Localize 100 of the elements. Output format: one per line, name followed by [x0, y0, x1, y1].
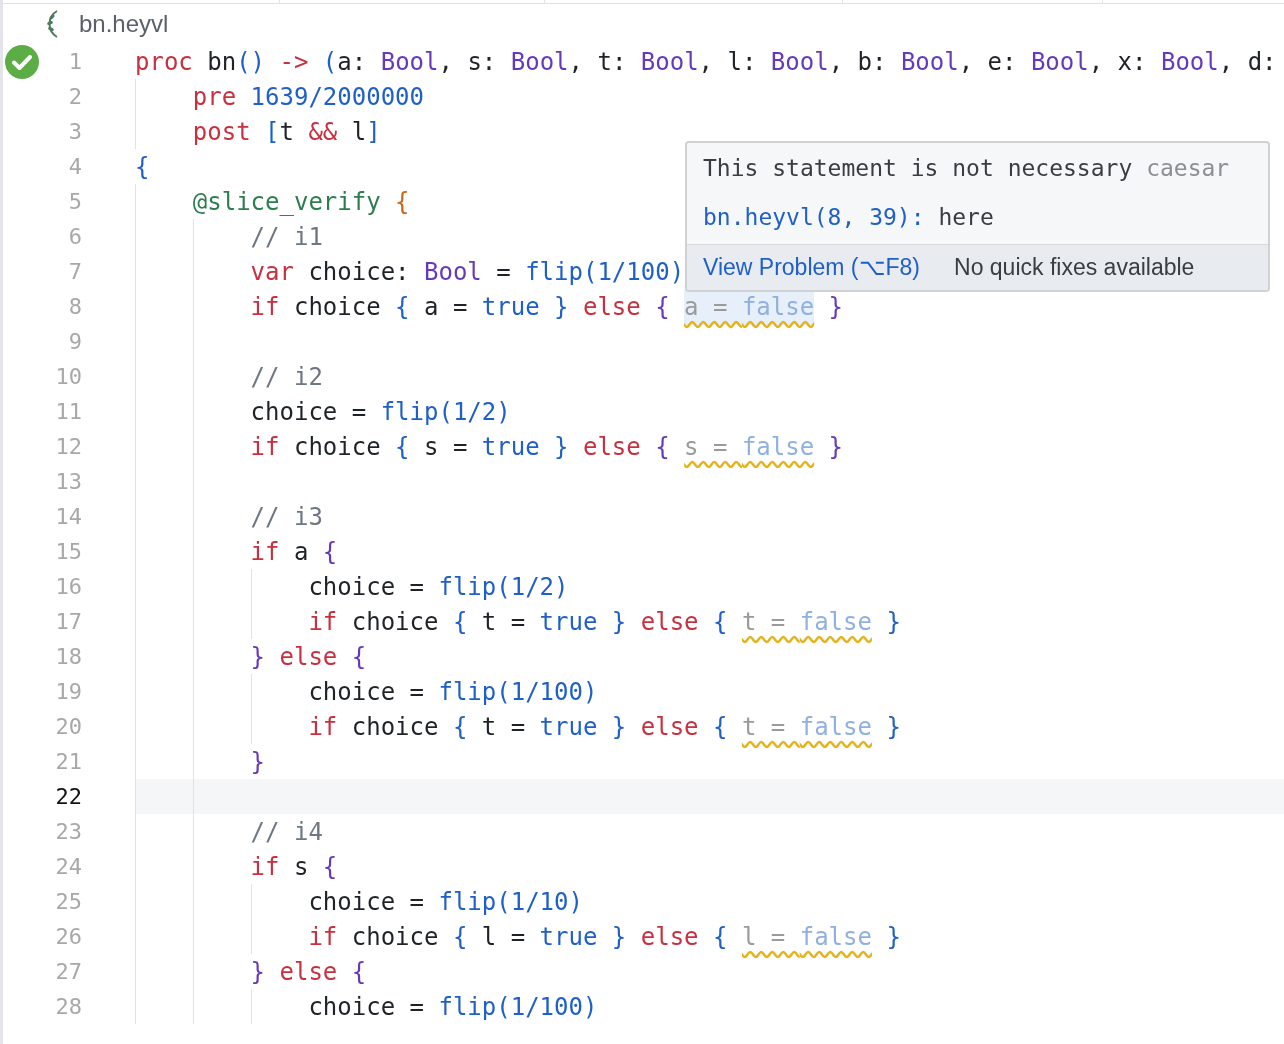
code-token: @slice_verify	[191, 186, 381, 218]
bracket: }	[249, 746, 266, 778]
code-token: else	[278, 641, 338, 673]
line-number: 28	[54, 993, 82, 1021]
line-number: 16	[54, 573, 82, 601]
bracket: [	[264, 116, 280, 148]
bracket: {	[322, 851, 338, 883]
location-note: here	[938, 203, 994, 230]
code-token: t =	[480, 606, 527, 638]
view-problem-link[interactable]: View Problem (⌥F8)	[703, 250, 921, 285]
bracket: {	[654, 431, 671, 463]
code-token: Bool	[1160, 46, 1219, 78]
code-token: pre	[191, 81, 237, 113]
line-number: 15	[54, 538, 82, 566]
code-token: else	[581, 291, 641, 323]
line-number: 10	[54, 363, 82, 391]
line-number: 13	[54, 468, 82, 496]
bracket: }	[610, 711, 627, 743]
quick-fixes-note: No quick fixes available	[954, 253, 1195, 283]
problem-message: This statement is not necessary	[703, 155, 1133, 181]
code-token: , x:	[1088, 46, 1148, 78]
code-token: // i4	[249, 816, 323, 848]
line-number: 24	[54, 853, 82, 881]
code-token: true	[481, 431, 540, 463]
code-token: a =	[423, 291, 469, 323]
code-token: true	[539, 921, 598, 953]
code-token: choice	[350, 711, 440, 743]
code-token: else	[639, 711, 699, 743]
bracket: }	[249, 641, 266, 673]
line-number: 22	[54, 783, 82, 811]
code-token: t =	[480, 711, 527, 743]
code-token: choice	[292, 291, 382, 323]
code-token: Bool	[900, 46, 959, 78]
line-number: 8	[67, 293, 82, 321]
code-token: flip(1/100)	[438, 991, 598, 1023]
code-token: true	[539, 606, 598, 638]
code-token: choice =	[249, 396, 368, 428]
code-token: choice =	[307, 991, 425, 1023]
code-token: s =	[423, 431, 469, 463]
code-token: Bool	[770, 46, 829, 78]
bracket: {	[452, 606, 468, 638]
bracket: ]	[366, 116, 381, 148]
code-token: post	[191, 116, 251, 148]
code-token: if	[249, 851, 280, 883]
bracket: {	[395, 291, 410, 323]
line-number: 14	[54, 503, 82, 531]
bracket: }	[610, 606, 627, 638]
line-number: 18	[54, 643, 82, 671]
line-number: 1	[67, 48, 82, 76]
code-token: if	[249, 291, 280, 323]
line-number: 7	[67, 258, 82, 286]
bracket: }	[553, 431, 569, 463]
bracket: {	[452, 711, 468, 743]
code-token: else	[639, 921, 699, 953]
bracket: {	[712, 711, 729, 743]
code-token: a:	[337, 46, 368, 78]
file-breadcrumb[interactable]: bn.heyvl	[79, 6, 169, 42]
line-number: 25	[54, 888, 82, 916]
line-number: 27	[54, 958, 82, 986]
code-token: // i3	[249, 501, 323, 533]
bracket: {	[350, 956, 367, 988]
line-number: 9	[67, 328, 82, 356]
code-token: else	[581, 431, 641, 463]
line-number: 5	[67, 188, 82, 216]
code-token: true	[539, 711, 598, 743]
line-number: 19	[54, 678, 82, 706]
code-token: true	[481, 291, 540, 323]
code-token: Bool	[640, 46, 699, 78]
code-token: ->	[278, 46, 309, 78]
code-token: Bool	[424, 256, 482, 288]
code-token: l	[350, 116, 367, 148]
code-token: if	[307, 921, 338, 953]
bracket: {	[712, 921, 729, 953]
line-number: 11	[54, 398, 82, 426]
line-number: 21	[54, 748, 82, 776]
line-number: 20	[54, 713, 82, 741]
bracket: {	[395, 431, 410, 463]
bracket: {	[394, 186, 410, 218]
bracket: }	[885, 606, 901, 638]
code-token: , b:	[828, 46, 888, 78]
line-number: 26	[54, 923, 82, 951]
bracket: }	[885, 711, 901, 743]
code-token: // i1	[249, 221, 323, 253]
bracket: }	[553, 291, 569, 323]
bracket: {	[452, 921, 468, 953]
code-token: else	[278, 956, 338, 988]
code-token: a	[292, 536, 310, 568]
code-token: , d:	[1218, 46, 1277, 78]
code-token: if	[249, 536, 280, 568]
problem-source: caesar	[1146, 155, 1230, 181]
problem-location-link[interactable]: bn.heyvl(8, 39):	[703, 203, 925, 230]
code-token: s	[292, 851, 310, 883]
code-token: Bool	[1030, 46, 1089, 78]
bracket: }	[885, 921, 901, 953]
code-token: if	[307, 711, 338, 743]
code-token: flip(1/2)	[438, 571, 569, 603]
bracket: {	[350, 641, 367, 673]
bracket: }	[249, 956, 266, 988]
code-token: flip(1/2)	[380, 396, 511, 428]
code-token: , l:	[698, 46, 758, 78]
